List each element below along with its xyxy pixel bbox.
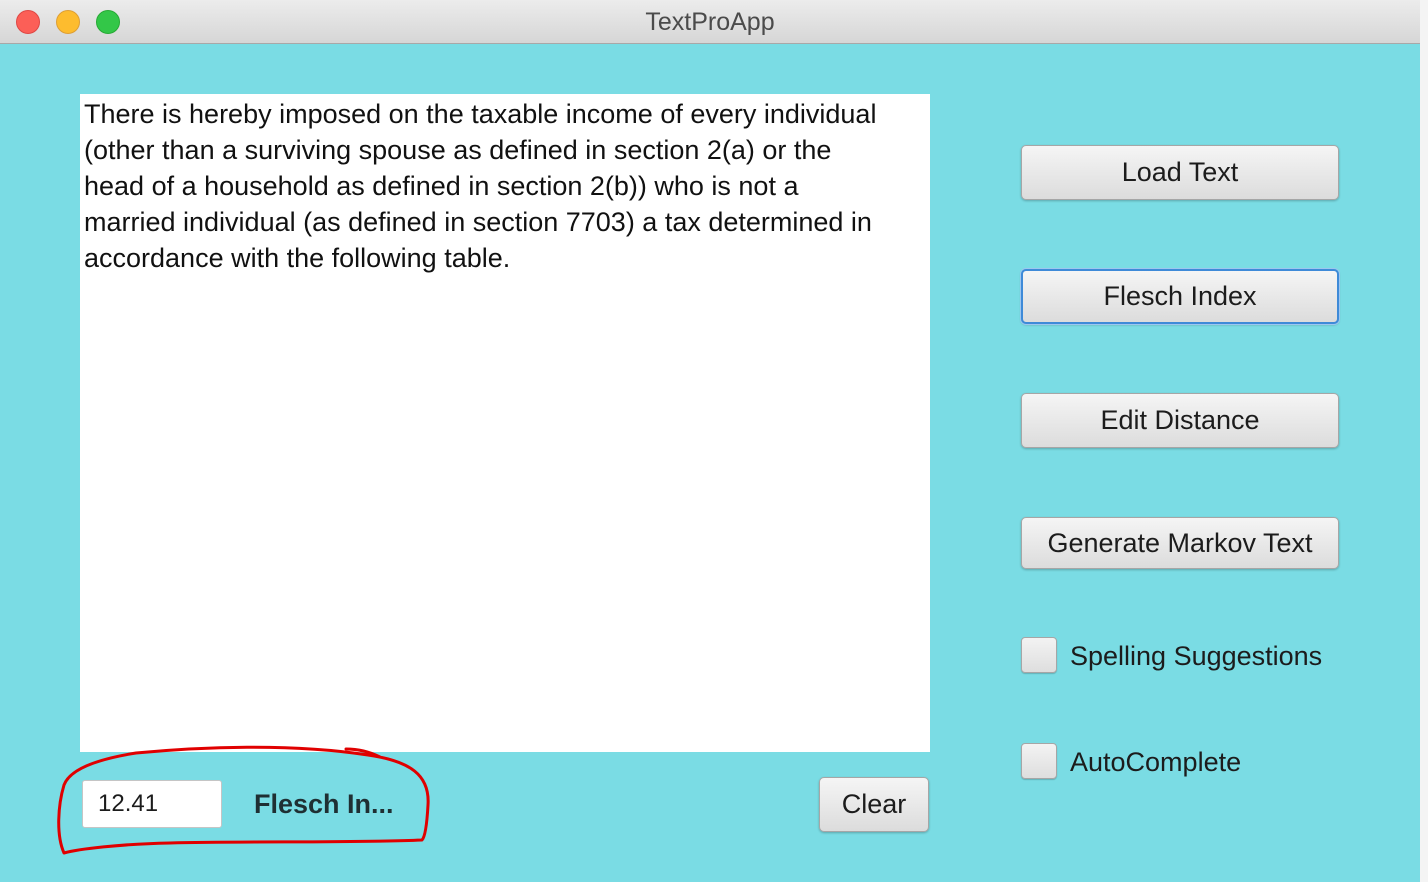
generate-markov-text-button[interactable]: Generate Markov Text [1021, 517, 1339, 569]
load-text-button[interactable]: Load Text [1021, 145, 1339, 200]
title-bar: TextProApp [0, 0, 1420, 44]
clear-button[interactable]: Clear [819, 777, 929, 832]
spelling-suggestions-checkbox[interactable] [1021, 637, 1057, 673]
autocomplete-checkbox[interactable] [1021, 743, 1057, 779]
app-window: TextProApp There is hereby imposed on th… [0, 0, 1421, 882]
flesch-score-field[interactable]: 12.41 [82, 780, 222, 828]
flesch-index-button[interactable]: Flesch Index [1021, 269, 1339, 324]
text-input-area[interactable]: There is hereby imposed on the taxable i… [80, 94, 930, 752]
edit-distance-button[interactable]: Edit Distance [1021, 393, 1339, 448]
spelling-suggestions-label[interactable]: Spelling Suggestions [1070, 637, 1322, 675]
flesch-score-label: Flesch In... [254, 789, 394, 819]
desktop-background-strip [1420, 0, 1428, 882]
autocomplete-label[interactable]: AutoComplete [1070, 743, 1241, 781]
window-title: TextProApp [645, 8, 775, 36]
